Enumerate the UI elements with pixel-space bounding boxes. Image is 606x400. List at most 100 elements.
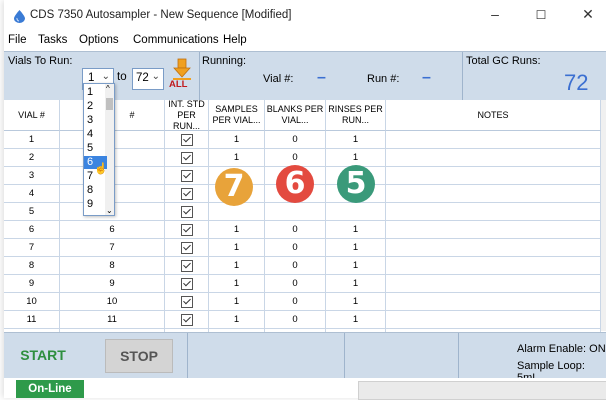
rinses-cell[interactable]: 1 — [326, 149, 386, 166]
notes-cell[interactable] — [386, 167, 601, 184]
number-cell[interactable]: 11 — [60, 311, 165, 328]
table-row[interactable]: 77 101 — [4, 239, 606, 257]
rinses-cell[interactable]: 1 — [326, 293, 386, 310]
blanks-cell[interactable]: 0 — [265, 221, 326, 238]
int-std-checkbox[interactable] — [165, 257, 209, 274]
samples-cell[interactable]: 1 — [209, 221, 265, 238]
rinses-cell[interactable]: 1 — [326, 239, 386, 256]
notes-cell[interactable] — [386, 221, 601, 238]
checkbox-checked-icon[interactable] — [180, 314, 193, 326]
number-cell[interactable]: 10 — [60, 293, 165, 310]
column-header-notes[interactable]: NOTES — [386, 100, 601, 131]
dropdown-option[interactable]: 3 — [84, 114, 107, 127]
rinses-cell[interactable] — [326, 203, 386, 220]
rinses-cell[interactable]: 1 — [326, 275, 386, 292]
int-std-checkbox[interactable] — [165, 239, 209, 256]
int-std-checkbox[interactable] — [165, 149, 209, 166]
int-std-checkbox[interactable] — [165, 185, 209, 202]
table-row[interactable]: 10 10 1 0 1 — [4, 293, 606, 311]
maximize-button[interactable]: ☐ — [531, 8, 551, 22]
column-header-int-std[interactable]: INT. STD PER RUN... — [165, 99, 209, 131]
notes-cell[interactable] — [386, 149, 601, 166]
menu-options[interactable]: Options — [79, 34, 119, 46]
menu-file[interactable]: File — [8, 34, 27, 46]
dropdown-option[interactable]: 4 — [84, 128, 107, 141]
column-header-rinses[interactable]: RINSES PER RUN... — [326, 100, 386, 131]
close-button[interactable]: ✕ — [578, 6, 598, 23]
samples-cell[interactable]: 1 — [209, 239, 265, 256]
rinses-cell[interactable]: 1 — [326, 257, 386, 274]
notes-cell[interactable] — [386, 257, 601, 274]
checkbox-checked-icon[interactable] — [180, 188, 193, 200]
dropdown-scroll-thumb[interactable] — [106, 98, 113, 110]
int-std-checkbox[interactable] — [165, 275, 209, 292]
checkbox-checked-icon[interactable] — [180, 260, 193, 272]
dropdown-option[interactable]: 8 — [84, 184, 107, 197]
int-std-checkbox[interactable] — [165, 293, 209, 310]
int-std-checkbox[interactable] — [165, 221, 209, 238]
samples-cell[interactable]: 1 — [209, 311, 265, 328]
column-header-samples[interactable]: SAMPLES PER VIAL... — [209, 100, 265, 131]
minimize-button[interactable]: – — [485, 6, 505, 22]
rinses-cell[interactable]: 1 — [326, 221, 386, 238]
rinses-cell[interactable]: 1 — [326, 311, 386, 328]
blanks-cell[interactable]: 0 — [265, 275, 326, 292]
start-button[interactable]: START — [10, 339, 76, 371]
dropdown-option[interactable]: 1 — [84, 86, 107, 99]
column-header-blanks[interactable]: BLANKS PER VIAL... — [265, 100, 326, 131]
number-cell[interactable]: 9 — [60, 275, 165, 292]
dropdown-option[interactable]: 2 — [84, 100, 107, 113]
notes-cell[interactable] — [386, 275, 601, 292]
checkbox-checked-icon[interactable] — [180, 224, 193, 236]
blanks-cell[interactable] — [265, 203, 326, 220]
checkbox-checked-icon[interactable] — [180, 170, 193, 182]
column-header-vial[interactable]: VIAL # — [4, 100, 60, 131]
blanks-cell[interactable]: 0 — [265, 239, 326, 256]
notes-cell[interactable] — [386, 293, 601, 310]
notes-cell[interactable] — [386, 131, 601, 148]
notes-cell[interactable] — [386, 311, 601, 328]
samples-cell[interactable]: 1 — [209, 131, 265, 148]
samples-cell[interactable]: 1 — [209, 275, 265, 292]
table-row[interactable]: 88 101 — [4, 257, 606, 275]
checkbox-checked-icon[interactable] — [180, 296, 193, 308]
int-std-checkbox[interactable] — [165, 203, 209, 220]
number-cell[interactable]: 6 — [60, 221, 165, 238]
checkbox-checked-icon[interactable] — [180, 152, 193, 164]
samples-cell[interactable]: 1 — [209, 149, 265, 166]
dropdown-option[interactable]: 9 — [84, 198, 107, 211]
menu-tasks[interactable]: Tasks — [38, 34, 67, 46]
table-scrollbar[interactable] — [601, 100, 606, 331]
samples-cell[interactable]: 1 — [209, 293, 265, 310]
checkbox-checked-icon[interactable] — [180, 278, 193, 290]
notes-cell[interactable] — [386, 185, 601, 202]
table-row[interactable]: 11 11 1 0 1 — [4, 311, 606, 329]
blanks-cell[interactable]: 0 — [265, 293, 326, 310]
int-std-checkbox[interactable] — [165, 167, 209, 184]
all-label[interactable]: ALL — [169, 79, 187, 90]
int-std-checkbox[interactable] — [165, 311, 209, 328]
menu-help[interactable]: Help — [223, 34, 247, 46]
vial-to-select[interactable]: 72 ⌄ — [132, 68, 164, 90]
table-row[interactable]: 99 101 — [4, 275, 606, 293]
table-row[interactable]: 66 101 — [4, 221, 606, 239]
menu-communications[interactable]: Communications — [133, 34, 219, 46]
samples-cell[interactable]: 1 — [209, 257, 265, 274]
stop-button[interactable]: STOP — [105, 339, 173, 373]
notes-cell[interactable] — [386, 239, 601, 256]
blanks-cell[interactable]: 0 — [265, 149, 326, 166]
notes-cell[interactable] — [386, 203, 601, 220]
blanks-cell[interactable]: 0 — [265, 311, 326, 328]
vial-from-dropdown-list[interactable]: ^ ⌄ 1 2 3 4 5 6 7 8 9 ☝ — [83, 83, 115, 216]
dropdown-option[interactable]: 5 — [84, 142, 107, 155]
checkbox-checked-icon[interactable] — [180, 134, 193, 146]
number-cell[interactable]: 8 — [60, 257, 165, 274]
checkbox-checked-icon[interactable] — [180, 206, 193, 218]
int-std-checkbox[interactable] — [165, 131, 209, 148]
rinses-cell[interactable]: 1 — [326, 131, 386, 148]
checkbox-checked-icon[interactable] — [180, 242, 193, 254]
number-cell[interactable]: 7 — [60, 239, 165, 256]
blanks-cell[interactable]: 0 — [265, 257, 326, 274]
chevron-down-icon[interactable]: ⌄ — [106, 206, 113, 215]
blanks-cell[interactable]: 0 — [265, 131, 326, 148]
